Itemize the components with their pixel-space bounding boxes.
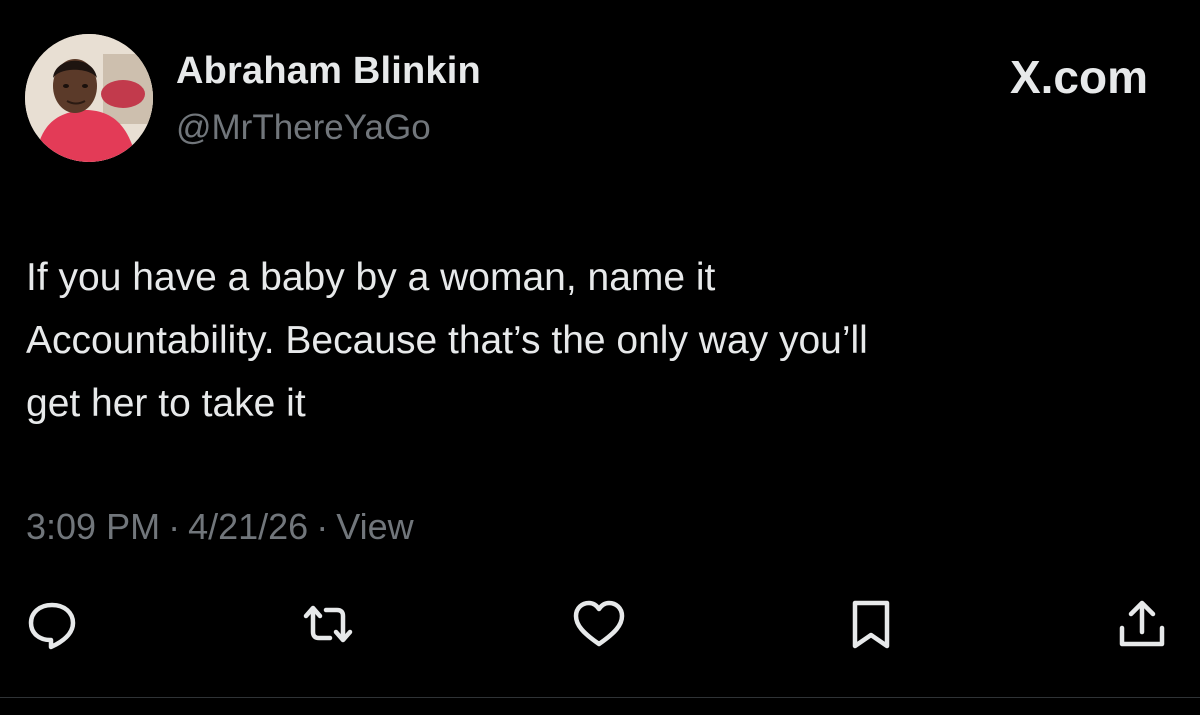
reply-button[interactable] — [24, 596, 80, 652]
action-bar — [0, 596, 1200, 652]
brand-label: X.com — [1009, 51, 1148, 103]
views-link[interactable]: View — [336, 506, 413, 547]
bookmark-button[interactable] — [843, 596, 899, 652]
tweet-card: Abraham Blinkin @MrThereYaGo X.com If yo… — [0, 0, 1200, 715]
tweet-text-line: Accountability. Because that’s the only … — [26, 319, 868, 362]
meta-separator: · — [168, 506, 181, 547]
heart-icon — [573, 600, 625, 647]
meta-separator: · — [316, 506, 329, 547]
author-handle[interactable]: @MrThereYaGo — [176, 108, 431, 148]
like-button[interactable] — [571, 596, 627, 652]
repost-button[interactable] — [300, 596, 356, 652]
tweet-time[interactable]: 3:09 PM — [26, 506, 160, 547]
bookmark-icon — [852, 600, 890, 649]
tweet-date[interactable]: 4/21/26 — [188, 506, 308, 547]
divider — [0, 697, 1200, 698]
share-icon — [1119, 600, 1165, 647]
repost-icon — [303, 605, 353, 643]
avatar[interactable] — [25, 34, 153, 162]
author-display-name[interactable]: Abraham Blinkin — [176, 50, 481, 93]
tweet-text-line: If you have a baby by a woman, name it — [26, 256, 716, 299]
tweet-meta: 3:09 PM · 4/21/26 · View — [26, 506, 414, 548]
avatar-photo — [25, 34, 153, 162]
reply-icon — [28, 602, 76, 650]
tweet-text: If you have a baby by a woman, name it A… — [26, 246, 1146, 435]
tweet-text-line: get her to take it — [26, 382, 306, 425]
share-button[interactable] — [1114, 596, 1170, 652]
